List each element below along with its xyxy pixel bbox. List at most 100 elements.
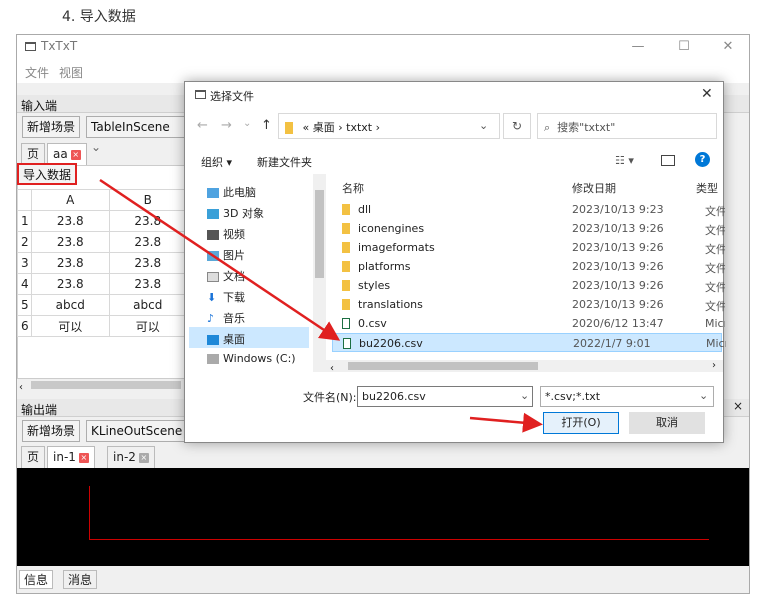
table-row: 1 23.8 23.8 [17, 210, 187, 232]
file-name: iconengines [358, 222, 425, 235]
out-scene-select[interactable]: KLineOutScene [86, 420, 188, 442]
menu-view[interactable]: 视图 [59, 64, 83, 81]
menu-file[interactable]: 文件 [25, 64, 49, 81]
kline-canvas[interactable] [17, 468, 749, 566]
file-row[interactable]: platforms 2023/10/13 9:26 文件夹 [332, 257, 725, 276]
column-name[interactable]: 名称 [342, 180, 364, 196]
folder-icon [342, 299, 350, 310]
organize-button[interactable]: 组织 ▾ [201, 154, 232, 170]
table-cell[interactable]: 23.8 [108, 273, 187, 295]
nav-scrollbar[interactable] [313, 174, 326, 372]
desktop-icon [207, 335, 219, 345]
chevron-down-icon[interactable]: ⌄ [699, 389, 708, 402]
nav-this-pc[interactable]: 此电脑 [189, 180, 309, 201]
chevron-down-icon[interactable]: ⌄ [520, 389, 529, 402]
folder-icon [285, 122, 293, 134]
chevron-left-icon[interactable]: ‹ [17, 382, 23, 393]
file-row[interactable]: iconengines 2023/10/13 9:26 文件夹 [332, 219, 725, 238]
table-cell[interactable]: 23.8 [31, 231, 110, 253]
tab-info[interactable]: 信息 [19, 570, 54, 589]
file-type: 文件夹 [705, 224, 725, 237]
breadcrumb-txtxt[interactable]: txtxt [346, 121, 372, 134]
close-icon[interactable]: ✕ [701, 86, 713, 102]
column-type[interactable]: 类型 [696, 180, 718, 196]
filetype-select[interactable]: *.csv;*.txt ⌄ [540, 386, 714, 407]
back-icon[interactable]: ← [197, 118, 208, 133]
breadcrumb-desktop[interactable]: 桌面 [313, 121, 335, 134]
input-hscrollbar[interactable]: ‹ [17, 378, 187, 393]
file-row[interactable]: translations 2023/10/13 9:26 文件夹 [332, 295, 725, 314]
address-bar[interactable]: « 桌面 › txtxt › ⌄ [278, 113, 500, 139]
preview-pane-icon[interactable] [661, 155, 675, 166]
table-cell[interactable]: 23.8 [108, 231, 187, 253]
close-tab-icon[interactable]: × [78, 452, 89, 463]
row-number: 2 [17, 231, 32, 253]
search-icon: ⌕ [544, 121, 551, 134]
add-scene-button[interactable]: 新增场景 [22, 420, 81, 442]
breadcrumb-sep: › [338, 121, 343, 134]
nav-downloads[interactable]: ⬇ 下载 [189, 285, 309, 306]
tab-page[interactable]: 页 [21, 446, 46, 468]
table-cell[interactable]: 23.8 [31, 273, 110, 295]
file-row[interactable]: 0.csv 2020/6/12 13:47 Microsoft [332, 314, 725, 333]
tab-aa[interactable]: aa × [47, 143, 87, 165]
column-header[interactable]: B [108, 189, 187, 211]
nav-documents[interactable]: 文档 [189, 264, 309, 285]
table-cell[interactable]: 23.8 [31, 252, 110, 274]
column-header[interactable]: A [31, 189, 110, 211]
search-input[interactable]: ⌕ 搜索"txtxt" [537, 113, 717, 139]
file-row-selected[interactable]: bu2206.csv 2022/1/7 9:01 Microsoft [332, 333, 726, 352]
table-cell[interactable]: 23.8 [108, 252, 187, 274]
cancel-button[interactable]: 取消 [629, 412, 705, 434]
nav-drive-c[interactable]: Windows (C:) [189, 348, 309, 369]
file-name: 0.csv [358, 317, 387, 330]
file-list-hscrollbar[interactable]: ‹ › [326, 360, 723, 374]
close-panel-icon[interactable]: × [733, 399, 743, 413]
maximize-icon[interactable]: ☐ [669, 37, 699, 57]
chevron-down-icon[interactable]: ⌄ [479, 119, 488, 132]
up-icon[interactable]: ↑ [261, 118, 272, 133]
file-row[interactable]: dll 2023/10/13 9:23 文件夹 [332, 200, 725, 219]
file-row[interactable]: styles 2023/10/13 9:26 文件夹 [332, 276, 725, 295]
import-data-button[interactable]: 导入数据 [17, 163, 78, 185]
tab-messages[interactable]: 消息 [63, 570, 98, 589]
table-cell[interactable]: abcd [31, 294, 110, 316]
help-icon[interactable]: ? [695, 152, 710, 167]
nav-pictures[interactable]: 图片 [189, 243, 309, 264]
column-date[interactable]: 修改日期 [572, 180, 616, 196]
minimize-icon[interactable]: — [623, 37, 653, 57]
new-folder-button[interactable]: 新建文件夹 [257, 154, 312, 170]
add-scene-button[interactable]: 新增场景 [22, 116, 81, 138]
tab-page[interactable]: 页 [21, 143, 46, 165]
scene-select[interactable]: TableInScene ⌄ [86, 116, 186, 154]
filename-input[interactable]: bu2206.csv ⌄ [357, 386, 533, 407]
view-options-icon[interactable]: ☷ ▾ [615, 154, 634, 167]
nav-3d-objects[interactable]: 3D 对象 [189, 201, 309, 222]
table-cell[interactable]: abcd [108, 294, 187, 316]
chevron-right-icon[interactable]: › [712, 360, 716, 371]
scroll-thumb[interactable] [315, 190, 324, 278]
chevron-down-icon[interactable]: ⌄ [243, 118, 251, 129]
forward-icon[interactable]: → [221, 118, 232, 133]
nav-videos[interactable]: 视频 [189, 222, 309, 243]
tab-in-1[interactable]: in-1 × [47, 446, 95, 468]
table-cell[interactable]: 可以 [108, 315, 187, 337]
tab-in-2[interactable]: in-2 × [107, 446, 155, 468]
file-row[interactable]: imageformats 2023/10/13 9:26 文件夹 [332, 238, 725, 257]
table-cell[interactable]: 可以 [31, 315, 110, 337]
scroll-thumb[interactable] [348, 362, 538, 370]
close-icon[interactable]: ✕ [713, 37, 743, 57]
dialog-icon [195, 90, 206, 99]
scroll-thumb[interactable] [31, 381, 181, 389]
chevron-left-icon[interactable]: ‹ [326, 363, 334, 374]
table-cell[interactable]: 23.8 [108, 210, 187, 232]
close-tab-icon[interactable]: × [138, 452, 149, 463]
table-row: 2 23.8 23.8 [17, 231, 187, 253]
breadcrumb-overflow[interactable]: « [303, 121, 310, 134]
nav-music[interactable]: ♪ 音乐 [189, 306, 309, 327]
nav-desktop[interactable]: 桌面 [189, 327, 309, 348]
open-button[interactable]: 打开(O) [543, 412, 619, 434]
refresh-icon[interactable]: ↻ [503, 113, 531, 139]
table-cell[interactable]: 23.8 [31, 210, 110, 232]
close-tab-icon[interactable]: × [70, 149, 81, 160]
